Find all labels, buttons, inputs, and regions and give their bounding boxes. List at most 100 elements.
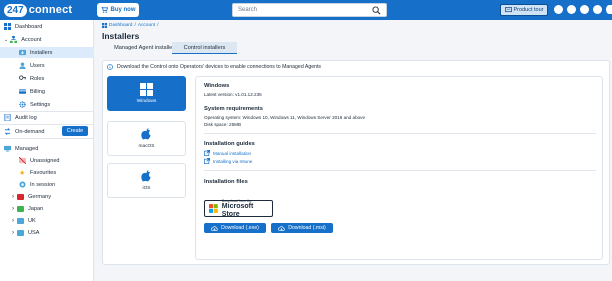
help-icon[interactable] [593, 5, 602, 14]
installer-detail: Windows Latest version: v1.01.12.235 Sys… [195, 76, 603, 260]
os-card-label: iOS [142, 186, 151, 191]
os-card-macos[interactable]: macOS [107, 121, 186, 156]
requirements-os: Operating system: Windows 10, Windows 11… [204, 115, 366, 120]
windows-store-icon [209, 204, 218, 213]
apple-icon [141, 170, 151, 182]
sidebar-item-users[interactable]: Users [0, 60, 94, 71]
sidebar-item-account[interactable]: ⌄ Account [0, 34, 94, 45]
create-button-label: Create [66, 128, 84, 134]
logo-text: connect [28, 4, 73, 16]
sidebar-item-managed[interactable]: Managed [0, 143, 94, 154]
cart-icon [100, 7, 108, 13]
guide-link-manual[interactable]: Manual installation [204, 150, 251, 156]
star-icon: ★ [19, 169, 26, 177]
sidebar-item-label: Japan [28, 205, 44, 212]
top-bar: 247 connect Buy now Search Product tour [0, 0, 612, 20]
chevron-right-icon: › [12, 205, 14, 212]
cloud-download-icon [278, 225, 285, 231]
download-exe-label: Download (.exe) [221, 225, 259, 231]
files-title: Installation files [204, 179, 248, 185]
account-tree-icon [10, 36, 18, 43]
user-icon[interactable] [606, 5, 612, 14]
buy-now-label: Buy now [110, 7, 136, 13]
sidebar-item-label: Audit log [15, 114, 37, 121]
info-icon [107, 64, 113, 70]
product-tour-label: Product tour [513, 7, 544, 13]
installers-panel: Download the Control onto Operators' dev… [102, 60, 610, 265]
detail-divider [204, 133, 596, 134]
sidebar-item-label: Account [21, 36, 42, 43]
cloud-download-icon [211, 225, 218, 231]
tab-label: Control installers [183, 44, 226, 51]
sidebar: Dashboard ⌄ Account Installers Users Rol… [0, 20, 94, 281]
sidebar-item-label: UK [28, 217, 36, 224]
folder-icon [17, 217, 24, 224]
sidebar-item-label: Favourites [30, 169, 57, 176]
info-banner: Download the Control onto Operators' dev… [107, 64, 321, 70]
sidebar-group-uk[interactable]: › UK [0, 215, 94, 226]
gear-icon [19, 101, 26, 108]
microsoft-store-button[interactable]: Download from the Microsoft Store [204, 199, 273, 218]
installers-icon [19, 49, 26, 56]
unassigned-icon [19, 157, 26, 164]
product-tour-button[interactable]: Product tour [500, 4, 548, 16]
chevron-right-icon: › [12, 229, 14, 236]
tour-icon [504, 7, 512, 13]
app-logo[interactable]: 247 connect [4, 3, 72, 17]
os-card-label: Windows [136, 99, 157, 104]
theme-icon[interactable] [567, 5, 576, 14]
download-msi-label: Download (.msi) [288, 225, 326, 231]
chevron-right-icon: › [12, 193, 14, 200]
requirements-title: System requirements [204, 106, 263, 112]
sidebar-item-audit-log[interactable]: Audit log [0, 112, 94, 123]
search-input[interactable]: Search [232, 3, 387, 17]
dashboard-icon [4, 23, 11, 30]
sidebar-item-installers[interactable]: Installers [0, 47, 94, 58]
tab-control-installers[interactable]: Control installers [172, 42, 237, 54]
folder-icon [17, 193, 24, 200]
sidebar-item-billing[interactable]: Billing [0, 86, 94, 97]
logo-number: 247 [4, 3, 27, 17]
sidebar-item-label: Installers [30, 49, 53, 56]
sidebar-item-favourites[interactable]: ★ Favourites [0, 167, 94, 178]
contrast-icon[interactable] [580, 5, 589, 14]
roles-icon [19, 75, 26, 80]
chevron-down-icon: ⌄ [4, 36, 9, 43]
users-icon [19, 62, 26, 69]
guide-link-label: Manual installation [213, 150, 252, 156]
requirements-disk: Disk space: 25MB [204, 122, 242, 127]
breadcrumb-dashboard[interactable]: Dashboard [109, 23, 132, 28]
os-card-windows[interactable]: Windows [107, 76, 186, 111]
billing-icon [19, 89, 26, 94]
buy-now-button[interactable]: Buy now [97, 3, 139, 17]
download-msi-button[interactable]: Download (.msi) [271, 223, 333, 233]
notifications-icon[interactable] [554, 5, 563, 14]
sidebar-item-roles[interactable]: Roles [0, 73, 94, 84]
sidebar-item-label: Settings [30, 101, 51, 108]
os-card-ios[interactable]: iOS [107, 163, 186, 198]
in-session-icon [19, 181, 26, 188]
sidebar-group-germany[interactable]: › Germany [0, 191, 94, 202]
detail-divider [204, 170, 596, 171]
sidebar-group-usa[interactable]: › USA [0, 227, 94, 238]
audit-log-icon [4, 114, 11, 121]
sidebar-item-settings[interactable]: Settings [0, 99, 94, 110]
breadcrumb-separator: / [157, 23, 159, 28]
guide-link-label: Installing via Intune [213, 158, 253, 164]
sidebar-item-label: Managed [15, 145, 39, 152]
sidebar-item-unassigned[interactable]: Unassigned [0, 155, 94, 166]
breadcrumb-account[interactable]: Account [138, 23, 155, 28]
sidebar-item-label: Dashboard [15, 23, 43, 30]
create-button[interactable]: Create [62, 126, 88, 136]
guides-title: Installation guides [204, 141, 255, 147]
os-card-label: macOS [138, 144, 155, 149]
sidebar-item-in-session[interactable]: In session [0, 179, 94, 190]
dashboard-icon [102, 23, 107, 28]
sidebar-item-dashboard[interactable]: Dashboard [0, 21, 94, 32]
sidebar-group-japan[interactable]: › Japan [0, 203, 94, 214]
external-link-icon [204, 150, 210, 156]
folder-icon [17, 205, 24, 212]
download-exe-button[interactable]: Download (.exe) [204, 223, 266, 233]
guide-link-intune[interactable]: Installing via Intune [204, 158, 252, 164]
sidebar-item-label: Germany [28, 193, 52, 200]
